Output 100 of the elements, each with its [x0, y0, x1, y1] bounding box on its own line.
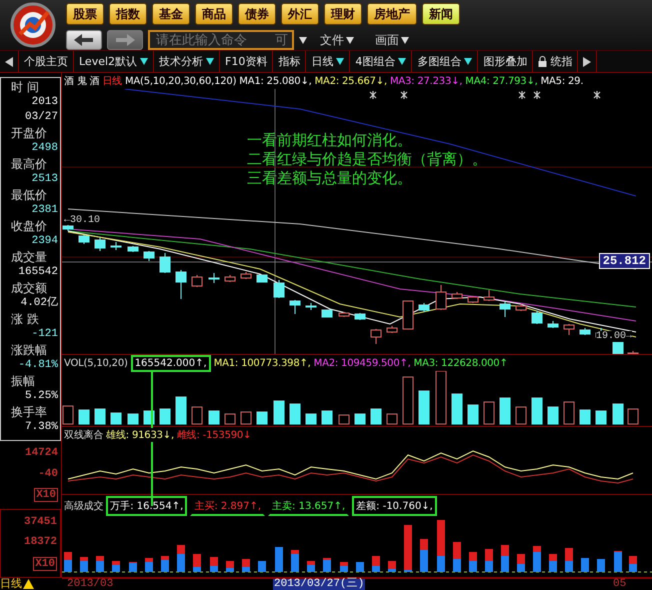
buy-sell-bar	[275, 547, 283, 572]
scale-label: X10	[33, 556, 57, 571]
caret-icon	[336, 58, 344, 65]
nav-button[interactable]: 债券	[238, 3, 276, 25]
annotation-text: 一看前期红柱如何消化。	[247, 131, 413, 150]
toolbar-tab[interactable]: 日线	[306, 51, 350, 72]
command-field[interactable]: 请在此输入命令 可	[148, 30, 294, 50]
caret-icon	[206, 58, 214, 65]
indicator-value: 主买: 2.897↑,	[190, 496, 266, 516]
toolbar-tab[interactable]: 4图组合	[350, 51, 412, 72]
candlestick	[322, 310, 332, 318]
logo-icon	[8, 2, 58, 48]
buy-sell-bar	[533, 546, 541, 572]
nav-button[interactable]: 基金	[152, 3, 190, 25]
volume-value: 165542.000↑,	[130, 354, 211, 372]
indicator-value: 万手: 16.554↑,	[106, 496, 188, 516]
toolbar-tab[interactable]: F10资料	[220, 51, 274, 72]
left-arrow-icon	[74, 34, 94, 46]
asterisk-marker-icon	[593, 90, 601, 100]
candlestick	[354, 312, 366, 320]
buy-sell-bar	[291, 550, 299, 572]
volume-bar	[628, 408, 638, 424]
candlestick	[94, 238, 106, 252]
date-label: 05	[612, 579, 628, 590]
buy-sell-bar	[437, 520, 445, 572]
candlestick	[208, 272, 220, 284]
nav-button[interactable]: 新闻	[422, 3, 460, 25]
indicator-name: 双线离合	[64, 428, 104, 442]
buy-sell-bar	[404, 525, 412, 572]
buy-sell-bar	[258, 561, 266, 572]
menu-button[interactable]: 文件	[312, 32, 362, 48]
nav-button[interactable]: 商品	[195, 3, 233, 25]
volume-bar	[256, 412, 268, 424]
period-label: 日线	[0, 578, 22, 590]
buy-sell-bar	[485, 549, 493, 572]
indicator-value: 雌线: -153590↓	[176, 428, 252, 442]
lock-icon	[538, 56, 548, 67]
toolbar-tab[interactable]: Level2默认	[74, 51, 154, 72]
toolbar-tab[interactable]: 多图组合	[412, 51, 478, 72]
buy-sell-bar	[193, 554, 201, 572]
buy-sell-bar	[614, 551, 622, 572]
candlestick	[290, 300, 300, 314]
volume-bar	[370, 408, 382, 424]
candlestick	[240, 272, 252, 280]
info-value: 7.38%	[24, 420, 58, 435]
nav-button[interactable]: 理财	[324, 3, 362, 25]
candlestick	[192, 274, 202, 288]
nav-button[interactable]: 外汇	[281, 3, 319, 25]
caret-icon	[464, 58, 472, 65]
indicator-value: 雄线: 91633↓,	[106, 428, 174, 442]
info-label: 最低价	[10, 187, 48, 203]
toolbar-tab[interactable]: 技术分析	[154, 51, 220, 72]
nav-button[interactable]: 指数	[109, 3, 147, 25]
info-label: 时 间	[10, 79, 40, 95]
volume-bar	[386, 414, 398, 424]
volume-bar	[338, 414, 350, 424]
toolbar-tab[interactable]: 个股主页	[19, 51, 74, 72]
caret-icon	[401, 36, 409, 44]
info-value: 165542	[17, 265, 58, 280]
volume-bar	[500, 398, 510, 424]
candlestick	[386, 326, 398, 334]
date-label: 2013/03/27(三)	[273, 579, 366, 590]
date-label: 2013/03	[66, 579, 114, 590]
buy-sell-bar	[129, 562, 137, 572]
candlestick	[628, 350, 638, 354]
candlestick	[548, 320, 558, 328]
toolbar-tab[interactable]: 指标	[273, 51, 306, 72]
buy-sell-bar	[242, 559, 250, 572]
candlestick	[160, 252, 170, 274]
volume-bar	[78, 410, 90, 424]
indicator-name: 高级成交	[64, 499, 104, 514]
caret-icon	[398, 58, 406, 65]
caret-icon	[299, 36, 307, 44]
buy-sell-bar	[356, 562, 364, 572]
volume-bar	[548, 406, 558, 424]
toolbar-tab[interactable]: 图形叠加	[478, 51, 534, 72]
candlestick	[500, 302, 510, 318]
buy-sell-bar	[420, 539, 428, 572]
info-value: 2394	[30, 234, 58, 249]
menu-button[interactable]: 画面	[367, 32, 417, 48]
candlestick	[564, 324, 574, 336]
volume-bar	[402, 376, 414, 424]
info-label: 换手率	[10, 404, 48, 420]
volume-bar	[484, 402, 494, 424]
volume-bar	[176, 396, 186, 424]
nav-button[interactable]: 房地产	[367, 3, 417, 25]
volume-bar	[160, 408, 170, 424]
info-value: 03/27	[24, 110, 58, 125]
buy-sell-bar	[388, 561, 396, 572]
candlestick	[580, 328, 590, 336]
candlestick	[402, 300, 414, 330]
right-arrow-icon	[115, 34, 135, 46]
info-label: 最高价	[10, 156, 48, 172]
toolbar-tab[interactable]: 统指	[533, 51, 578, 72]
candlestick	[468, 296, 478, 304]
ma-value: MA5: 29.	[540, 76, 584, 86]
back-button[interactable]	[66, 30, 102, 50]
ma-value: MA3: 27.233↓,	[390, 76, 462, 86]
nav-button[interactable]: 股票	[66, 3, 104, 25]
volume-bar	[596, 410, 606, 424]
